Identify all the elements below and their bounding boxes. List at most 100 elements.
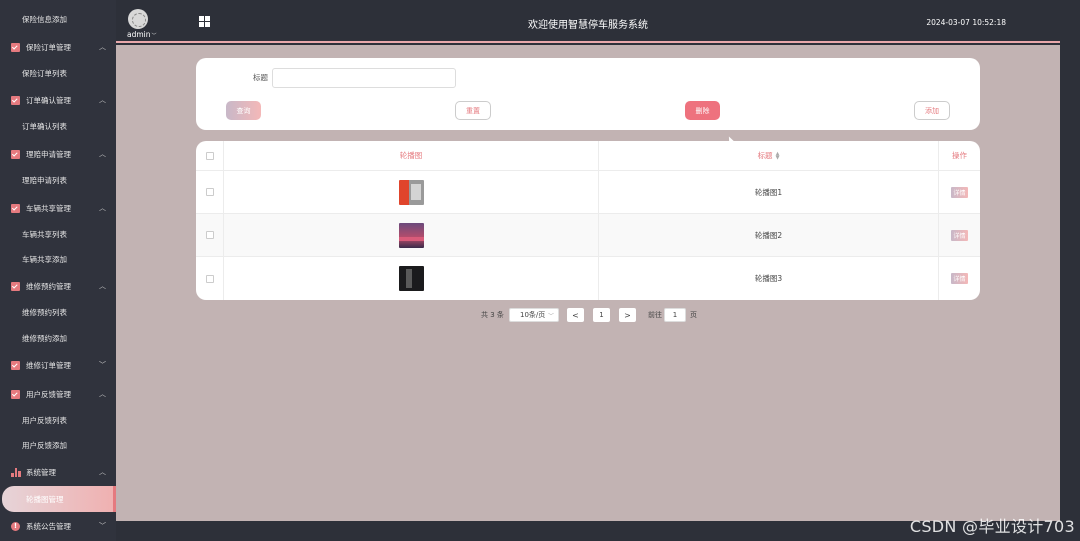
page-size-value: 10条/页 xyxy=(520,311,546,319)
table-row: 轮播图2 详情 xyxy=(196,214,980,257)
watermark: CSDN @毕业设计703 xyxy=(909,517,1075,536)
carousel-thumbnail[interactable] xyxy=(398,266,424,291)
sidebar-group-order-confirm[interactable]: 订单确认管理 ︿ xyxy=(0,87,116,113)
sidebar-item-label: 用户反馈添加 xyxy=(22,440,67,450)
sidebar-group-label: 维修订单管理 xyxy=(26,360,71,370)
sidebar-item-insurance-add[interactable]: 保险信息添加 xyxy=(0,6,116,32)
row-checkbox[interactable] xyxy=(205,274,214,283)
chevron-down-icon: ﹀ xyxy=(99,361,106,369)
op-cell: 详情 xyxy=(939,257,980,300)
main-content: 标题 查询 重置 删除 添加 轮播图 标题 ▲ ▼ 操作 轮播图1 详情 轮播图2 … xyxy=(116,45,1060,521)
sidebar-item-carousel[interactable]: 轮播图管理 xyxy=(2,486,116,512)
sort-icon[interactable]: ▲ ▼ xyxy=(776,151,780,160)
sidebar-group-label: 用户反馈管理 xyxy=(26,389,71,399)
checkbox-icon xyxy=(11,95,20,105)
next-page-button[interactable]: > xyxy=(619,308,636,322)
sidebar-item-label: 轮播图管理 xyxy=(26,494,64,504)
sidebar-item-car-share-add[interactable]: 车辆共享添加 xyxy=(0,246,116,272)
table-row: 轮播图1 详情 xyxy=(196,171,980,214)
info-icon: ! xyxy=(11,521,20,531)
sidebar-group-feedback[interactable]: 用户反馈管理 ︿ xyxy=(0,381,116,407)
username: admin xyxy=(127,30,151,39)
data-table: 轮播图 标题 ▲ ▼ 操作 轮播图1 详情 轮播图2 详情 轮播图3 详情 xyxy=(196,141,980,300)
detail-button[interactable]: 详情 xyxy=(951,229,968,241)
sidebar-item-label: 订单确认列表 xyxy=(22,121,67,131)
sidebar-group-notice[interactable]: ! 系统公告管理 ﹀ xyxy=(0,513,116,539)
detail-button[interactable]: 详情 xyxy=(951,273,968,284)
search-label: 标题 xyxy=(253,73,268,82)
sidebar-group-repair-booking[interactable]: 维修预约管理 ︿ xyxy=(0,273,116,299)
sidebar-item-label: 维修预约添加 xyxy=(22,333,67,343)
sidebar: 保险信息添加 保险订单管理 ︿ 保险订单列表 订单确认管理 ︿ 订单确认列表 理赔申… xyxy=(0,0,116,541)
sidebar-group-label: 系统公告管理 xyxy=(26,521,71,531)
sidebar-group-claim[interactable]: 理赔申请管理 ︿ xyxy=(0,141,116,167)
sidebar-group-repair-order[interactable]: 维修订单管理 ﹀ xyxy=(0,352,116,378)
goto-label: 前往 xyxy=(648,311,662,319)
sidebar-item-repair-booking-add[interactable]: 维修预约添加 xyxy=(0,325,116,351)
row-checkbox[interactable] xyxy=(205,231,214,239)
title-cell: 轮播图2 xyxy=(599,214,939,256)
row-checkbox[interactable] xyxy=(205,188,214,196)
sidebar-group-label: 维修预约管理 xyxy=(26,281,71,291)
sidebar-item-label: 维修预约列表 xyxy=(22,307,67,317)
delete-button[interactable]: 删除 xyxy=(685,101,720,120)
pagination: 共 3 条 10条/页 ﹀ < 1 > 前往 1 页 xyxy=(116,308,1060,323)
header-title-label: 标题 xyxy=(757,151,773,160)
carousel-thumbnail[interactable] xyxy=(398,179,424,205)
query-button[interactable]: 查询 xyxy=(226,101,261,120)
sidebar-item-repair-booking-list[interactable]: 维修预约列表 xyxy=(0,299,116,325)
header-op: 操作 xyxy=(952,151,967,160)
sidebar-group-label: 系统管理 xyxy=(26,467,56,477)
page-number[interactable]: 1 xyxy=(593,308,610,322)
top-header: admin﹀ 欢迎使用智慧停车服务系统 2024-03-07 10:52:18 xyxy=(116,0,1060,43)
image-cell xyxy=(224,257,599,300)
select-all-checkbox[interactable] xyxy=(205,151,214,160)
sidebar-group-label: 保险订单管理 xyxy=(26,42,71,52)
header-title[interactable]: 标题 ▲ ▼ xyxy=(599,141,939,170)
image-cell xyxy=(224,171,599,213)
sidebar-item-feedback-add[interactable]: 用户反馈添加 xyxy=(0,432,116,458)
goto-unit: 页 xyxy=(690,311,697,319)
detail-button[interactable]: 详情 xyxy=(951,186,968,198)
add-button[interactable]: 添加 xyxy=(914,101,950,120)
chevron-down-icon: ﹀ xyxy=(547,312,554,320)
sidebar-item-claim-list[interactable]: 理赔申请列表 xyxy=(0,167,116,193)
prev-page-button[interactable]: < xyxy=(567,308,584,322)
search-input[interactable] xyxy=(272,68,456,88)
carousel-thumbnail[interactable] xyxy=(398,222,424,248)
sidebar-item-label: 用户反馈列表 xyxy=(22,415,67,425)
sidebar-item-label: 保险信息添加 xyxy=(22,14,67,24)
checkbox-icon xyxy=(11,42,20,52)
page-size-select[interactable]: 10条/页 ﹀ xyxy=(509,308,559,322)
goto-page-input[interactable]: 1 xyxy=(664,308,686,322)
sidebar-group-label: 车辆共享管理 xyxy=(26,203,71,213)
bar-chart-icon xyxy=(11,467,21,477)
user-menu[interactable]: admin﹀ xyxy=(127,30,157,39)
reset-button[interactable]: 重置 xyxy=(455,101,491,120)
sidebar-group-insurance-order[interactable]: 保险订单管理 ︿ xyxy=(0,34,116,60)
sidebar-item-feedback-list[interactable]: 用户反馈列表 xyxy=(0,407,116,433)
sidebar-group-car-share[interactable]: 车辆共享管理 ︿ xyxy=(0,195,116,221)
pagination-total: 共 3 条 xyxy=(481,311,504,319)
header-image: 轮播图 xyxy=(224,141,599,170)
row-checkbox-cell xyxy=(196,171,224,213)
op-cell: 详情 xyxy=(939,214,980,256)
sidebar-item-label: 保险订单列表 xyxy=(22,68,67,78)
sidebar-item-label: 车辆共享列表 xyxy=(22,229,67,239)
chevron-up-icon: ︿ xyxy=(99,282,106,290)
chevron-up-icon: ︿ xyxy=(99,390,106,398)
checkbox-icon xyxy=(11,360,20,370)
sidebar-item-insurance-order-list[interactable]: 保险订单列表 xyxy=(0,60,116,86)
sidebar-item-order-confirm-list[interactable]: 订单确认列表 xyxy=(0,113,116,139)
title-cell: 轮播图3 xyxy=(599,257,939,300)
chevron-up-icon: ︿ xyxy=(99,96,106,104)
chevron-up-icon: ︿ xyxy=(99,43,106,51)
datetime: 2024-03-07 10:52:18 xyxy=(926,18,1006,27)
sidebar-item-label: 理赔申请列表 xyxy=(22,175,67,185)
sidebar-item-car-share-list[interactable]: 车辆共享列表 xyxy=(0,221,116,247)
op-cell: 详情 xyxy=(939,171,980,213)
chevron-down-icon: ﹀ xyxy=(151,33,157,39)
sidebar-item-label: 车辆共享添加 xyxy=(22,254,67,264)
sidebar-group-label: 订单确认管理 xyxy=(26,95,71,105)
sidebar-group-system[interactable]: 系统管理 ︿ xyxy=(0,459,116,485)
